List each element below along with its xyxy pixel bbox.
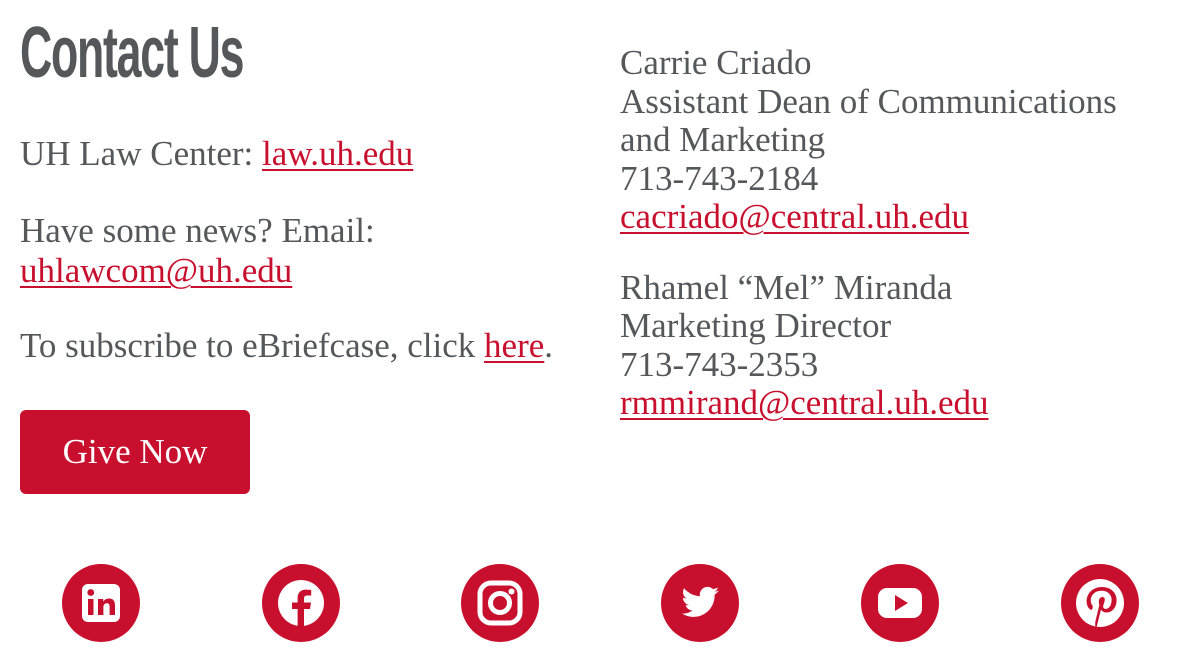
pinterest-icon[interactable] <box>1061 564 1139 642</box>
contact-title: Assistant Dean of Communications <box>620 81 1117 121</box>
contact-email-link[interactable]: rmmirand@central.uh.edu <box>620 383 989 422</box>
contact-email-link[interactable]: cacriado@central.uh.edu <box>620 197 969 236</box>
contact-name: Rhamel “Mel” Miranda <box>620 267 953 307</box>
instagram-icon[interactable] <box>461 564 539 642</box>
subscribe-line: To subscribe to eBriefcase, click here. <box>20 326 553 366</box>
contact-phone: 713-743-2184 <box>620 158 819 198</box>
subscribe-label: To subscribe to eBriefcase, click <box>20 326 485 365</box>
twitter-icon[interactable] <box>661 564 739 642</box>
youtube-icon[interactable] <box>861 564 939 642</box>
news-line: Have some news? Email: uhlawcom@uh.edu <box>20 211 375 291</box>
subscribe-link[interactable]: here <box>484 326 544 365</box>
contact-card: Rhamel “Mel” Miranda Marketing Director … <box>620 267 1190 423</box>
staff-contacts: Carrie Criado Assistant Dean of Communic… <box>620 43 1190 423</box>
law-center-link[interactable]: law.uh.edu <box>262 134 413 173</box>
contact-card: Carrie Criado Assistant Dean of Communic… <box>620 43 1190 237</box>
linkedin-icon[interactable] <box>62 564 140 642</box>
news-email-link[interactable]: uhlawcom@uh.edu <box>20 251 292 290</box>
contact-title: Marketing Director <box>620 306 892 345</box>
page-title: Contact Us <box>20 13 244 93</box>
contact-name: Carrie Criado <box>620 43 812 82</box>
news-label: Have some news? Email: <box>20 211 375 250</box>
law-center-line: UH Law Center: law.uh.edu <box>20 134 413 174</box>
subscribe-period: . <box>544 326 554 365</box>
give-now-button[interactable]: Give Now <box>20 410 250 494</box>
law-center-label: UH Law Center: <box>20 134 263 173</box>
contact-phone: 713-743-2353 <box>620 344 819 384</box>
facebook-icon[interactable] <box>262 564 340 642</box>
social-links <box>0 564 1198 644</box>
contact-title-continued: and Marketing <box>620 120 826 159</box>
